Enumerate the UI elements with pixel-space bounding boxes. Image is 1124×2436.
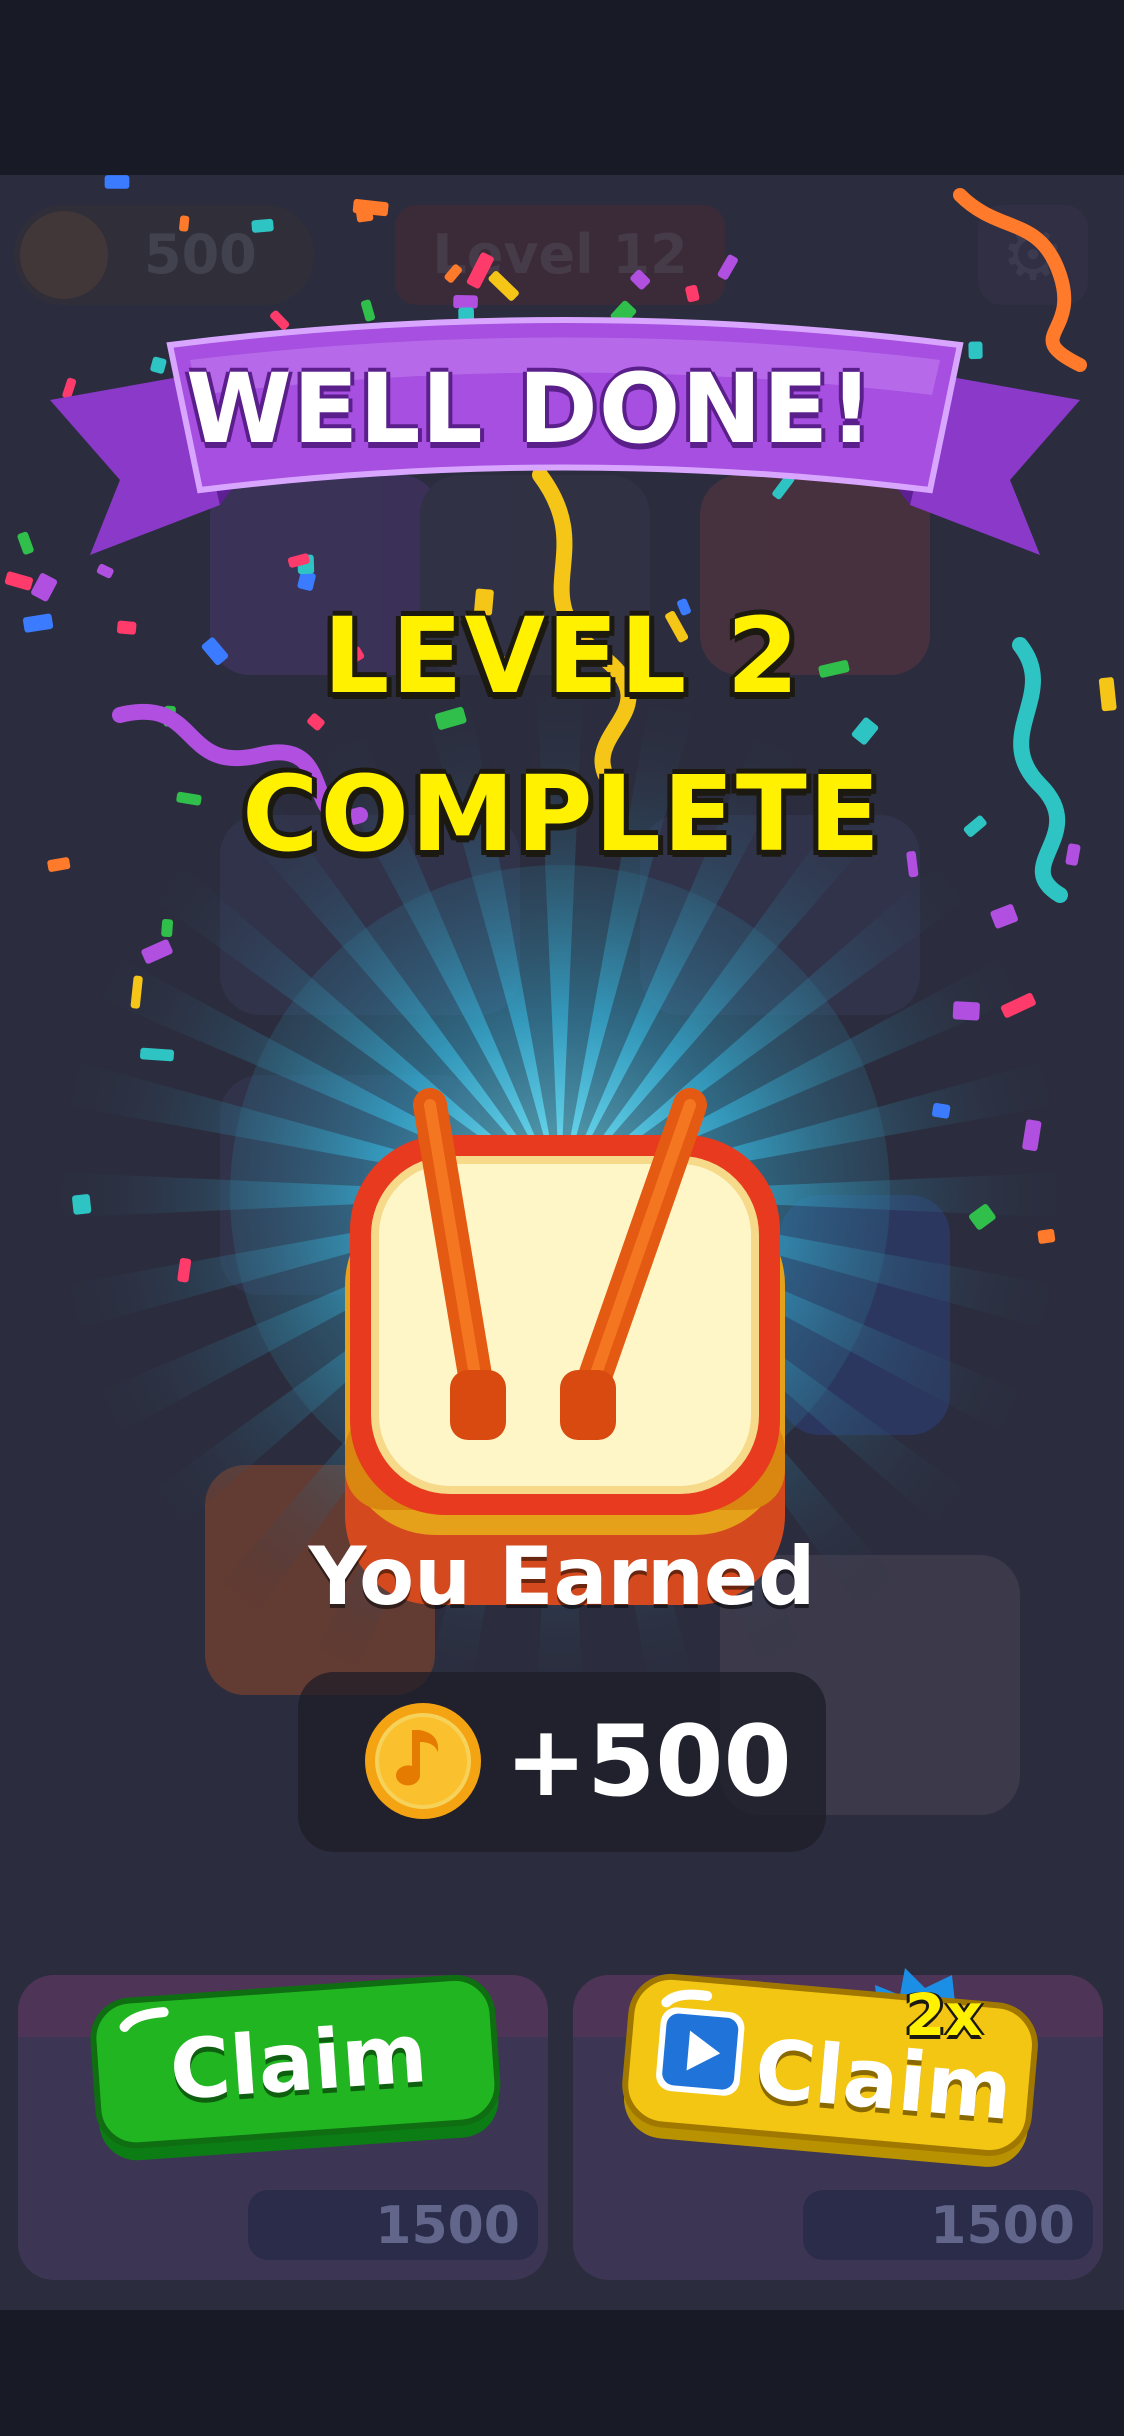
confetti-piece xyxy=(355,205,374,223)
confetti-piece xyxy=(851,717,879,745)
you-earned-label: You Earned xyxy=(308,1530,816,1623)
card-price: 1500 xyxy=(930,2196,1075,2256)
confetti-piece xyxy=(444,264,462,283)
confetti-piece xyxy=(179,215,190,232)
confetti-piece xyxy=(685,284,700,303)
confetti-piece xyxy=(466,252,494,289)
confetti-piece xyxy=(990,904,1018,929)
confetti-piece xyxy=(931,1102,951,1119)
confetti-piece xyxy=(130,975,143,1009)
game-screen: 500 Level 12 ⚙ WELL DONE! LEVEL 2 COMPLE… xyxy=(0,175,1124,2310)
claim-2x-button[interactable]: 2x Claim xyxy=(620,1963,1040,2173)
confetti-piece xyxy=(488,271,519,301)
claim-label: Claim xyxy=(166,2006,431,2119)
bottom-bar xyxy=(0,2310,1124,2436)
confetti-piece xyxy=(177,1257,192,1283)
confetti-piece xyxy=(717,254,738,280)
confetti-piece xyxy=(141,939,173,964)
confetti-piece xyxy=(630,269,651,290)
music-coin-icon xyxy=(365,1703,481,1819)
confetti-piece xyxy=(17,531,34,555)
confetti-piece xyxy=(952,1001,980,1021)
card-price: 1500 xyxy=(375,2196,520,2256)
complete-title: COMPLETE xyxy=(242,753,882,875)
reward-amount: +500 xyxy=(505,1705,792,1819)
confetti-piece xyxy=(1000,993,1036,1018)
confetti-piece xyxy=(72,1194,92,1215)
confetti-piece xyxy=(104,175,130,189)
confetti-piece xyxy=(251,218,274,233)
confetti-piece xyxy=(140,1047,175,1062)
confetti-piece xyxy=(1022,1119,1042,1152)
confetti-piece xyxy=(161,919,174,938)
top-bar xyxy=(0,0,1124,175)
claim-button[interactable]: Claim xyxy=(88,1975,506,2165)
confetti-piece xyxy=(1037,1228,1056,1244)
level-title: LEVEL 2 xyxy=(323,595,801,717)
confetti-piece xyxy=(969,1204,996,1230)
confetti-piece xyxy=(4,571,34,591)
banner-text: WELL DONE! xyxy=(185,353,875,465)
